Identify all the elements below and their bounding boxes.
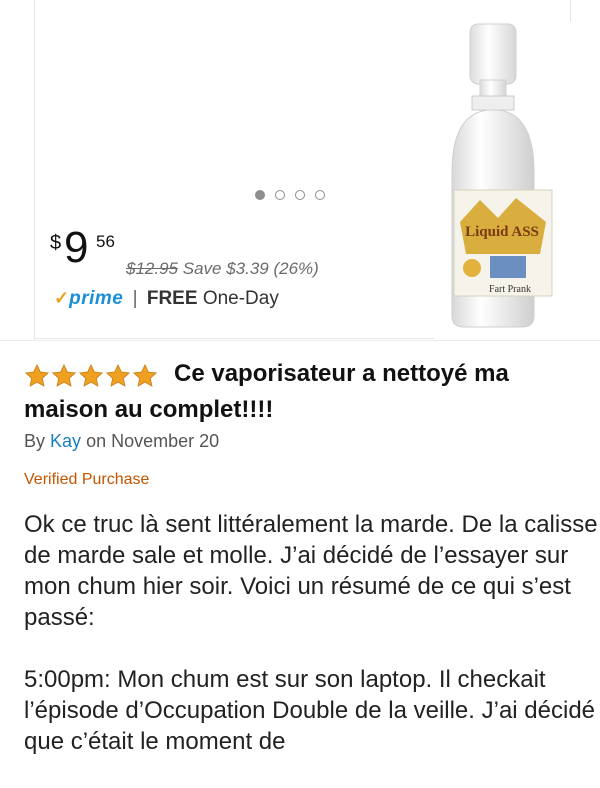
author-link[interactable]: Kay xyxy=(50,431,81,451)
divider xyxy=(34,338,434,339)
product-header: $ 9 56 $12.95 Save $3.39 (26%) ✓prime | … xyxy=(0,0,600,340)
carousel-dot[interactable] xyxy=(295,190,305,200)
old-price: $12.95 xyxy=(126,259,178,278)
prime-check-icon: ✓ xyxy=(54,288,70,308)
verified-purchase-badge: Verified Purchase xyxy=(24,471,150,488)
review-paragraph: Ok ce truc là sent littéralement la mard… xyxy=(24,511,598,631)
carousel-indicator[interactable] xyxy=(255,190,325,200)
review-date: November 20 xyxy=(111,431,220,451)
free-label: FREE xyxy=(146,288,198,309)
by-label: By xyxy=(24,431,46,451)
list-price: $12.95 Save $3.39 (26%) xyxy=(126,259,319,279)
prime-badge: ✓prime | FREE One-Day xyxy=(54,288,279,310)
carousel-dot[interactable] xyxy=(255,190,265,200)
divider xyxy=(34,0,35,340)
customer-review: Ce vaporisateur a nettoyé ma maison au c… xyxy=(0,340,600,756)
savings: Save $3.39 (26%) xyxy=(182,259,319,278)
product-brand-text: Liquid ASS xyxy=(465,224,539,240)
review-body: Ok ce truc là sent littéralement la mard… xyxy=(24,509,598,788)
separator: | xyxy=(132,288,138,309)
divider xyxy=(570,0,571,22)
on-label: on xyxy=(86,431,107,451)
review-title[interactable]: Ce vaporisateur a nettoyé ma maison au c… xyxy=(24,356,594,428)
price-whole: 9 xyxy=(64,223,89,272)
shipping-speed: One-Day xyxy=(202,288,279,309)
price-cents: 56 xyxy=(96,232,115,251)
carousel-dot[interactable] xyxy=(275,190,285,200)
prime-logo: prime xyxy=(69,288,124,309)
product-image[interactable]: Liquid ASS Fart Prank xyxy=(440,22,560,332)
price-currency: $ xyxy=(50,232,62,254)
review-byline: By Kay on November 20 xyxy=(24,431,219,452)
carousel-dot[interactable] xyxy=(315,190,325,200)
review-paragraph: 5:00pm: Mon chum est sur son laptop. Il … xyxy=(24,666,596,755)
product-label-text: Fart Prank xyxy=(489,284,531,295)
